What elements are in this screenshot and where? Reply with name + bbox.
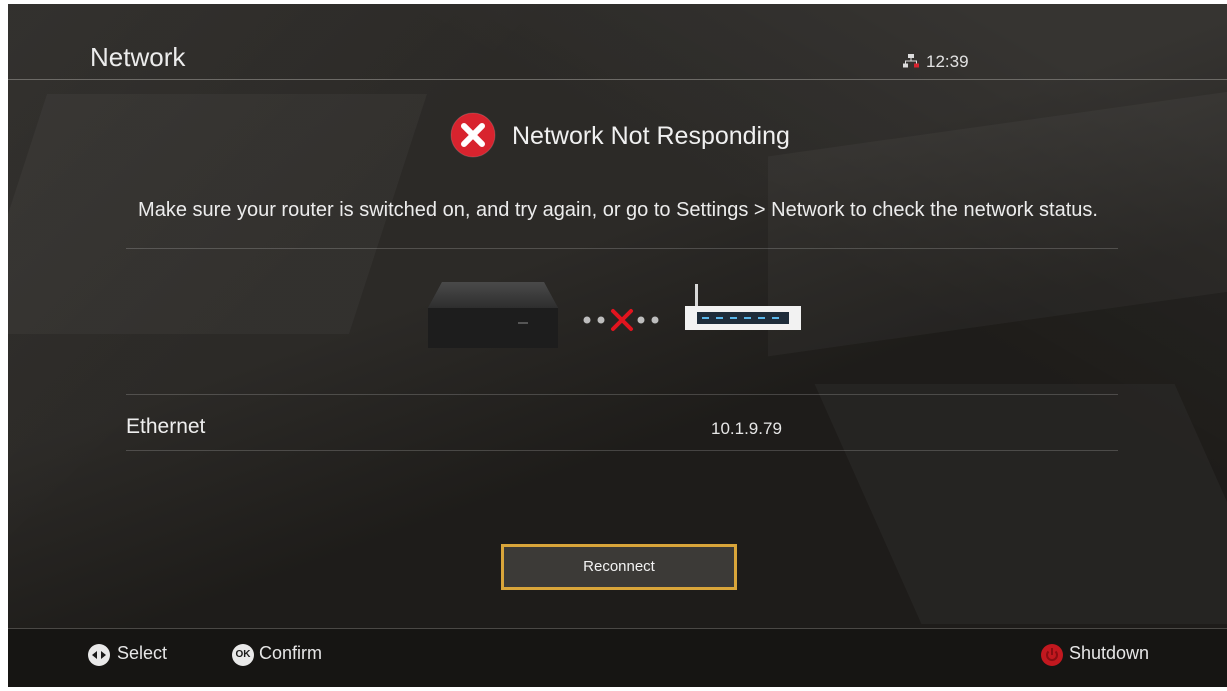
ip-address-value: 10.1.9.79	[711, 419, 782, 438]
set-top-box-icon	[428, 282, 558, 348]
background-shard	[768, 92, 1227, 357]
dpad-left-right-icon	[88, 644, 110, 666]
error-title: Network Not Responding	[512, 122, 790, 150]
confirm-hint-label: Confirm	[259, 643, 323, 663]
shutdown-hint-label: Shutdown	[1069, 643, 1150, 663]
divider	[126, 248, 1118, 249]
connection-broken-icon	[583, 309, 659, 331]
page-title: Network	[90, 42, 186, 72]
network-screen: Network 12:39 Network Not Responding Mak…	[8, 4, 1227, 687]
error-message: Make sure your router is switched on, an…	[138, 199, 1098, 221]
error-icon	[450, 112, 496, 158]
divider	[126, 394, 1118, 395]
power-icon	[1041, 644, 1063, 666]
header-bar: Network 12:39	[8, 4, 1227, 80]
ok-button-icon: OK	[232, 644, 254, 666]
divider	[126, 450, 1118, 451]
background-shard	[815, 384, 1227, 624]
connection-type-label: Ethernet	[126, 415, 206, 438]
router-icon	[685, 284, 801, 330]
network-status-icon	[903, 54, 919, 68]
clock: 12:39	[926, 52, 969, 71]
footer-bar: Select OK Confirm Shutdown	[8, 628, 1227, 687]
reconnect-button[interactable]: Reconnect	[501, 544, 737, 590]
select-hint-label: Select	[117, 643, 168, 663]
